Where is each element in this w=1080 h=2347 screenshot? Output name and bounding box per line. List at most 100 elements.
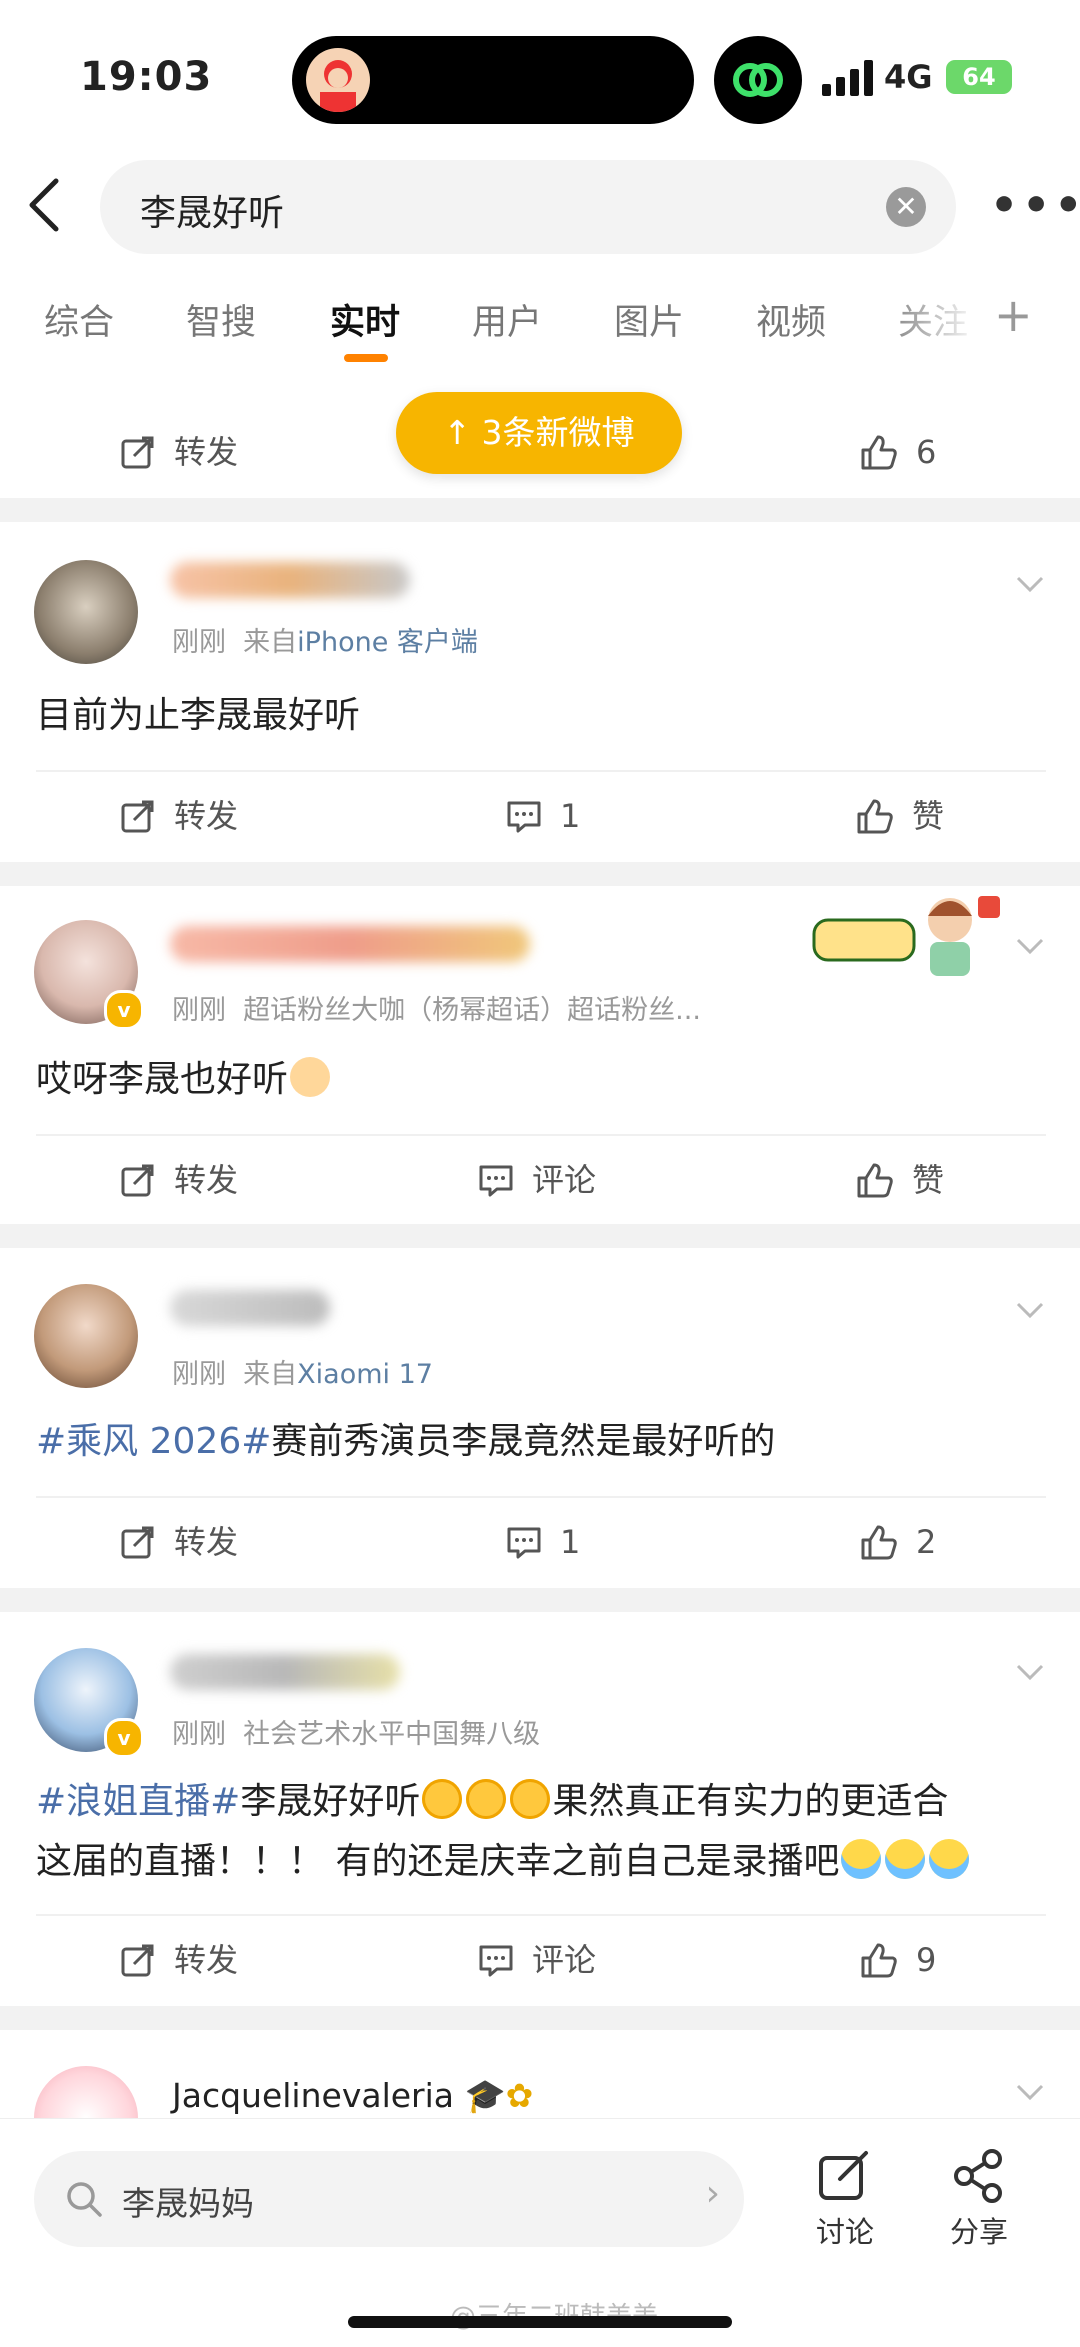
status-bar: 19:03 4G 64: [0, 0, 1080, 150]
username[interactable]: Jacquelinevaleria 🎓✿: [172, 2076, 533, 2116]
like-icon: [857, 799, 893, 834]
verified-badge-icon: v: [104, 990, 144, 1030]
card-separator: [0, 498, 1080, 522]
crying-emoji-icon: [841, 1839, 882, 1879]
crying-emoji-icon: [885, 1839, 926, 1879]
tab-users[interactable]: 用户: [472, 294, 542, 345]
repost-button[interactable]: 转发: [120, 1934, 238, 1982]
post-text: #浪姐直播#李晟好好听 果然真正有实力的更适合 这届的直播！！！ 有的还是庆幸之前…: [36, 1772, 1046, 1892]
search-query: 李晟好听: [140, 193, 285, 234]
network-type: 4G: [884, 58, 933, 96]
more-icon[interactable]: •••: [990, 180, 1080, 231]
chevron-right-icon: ›: [705, 2173, 720, 2214]
wow-emoji-icon: [466, 1779, 507, 1819]
discuss-button[interactable]: 讨论: [800, 2149, 890, 2251]
username-blurred[interactable]: [170, 562, 410, 598]
island-avatar-icon: [306, 48, 370, 112]
wow-emoji-icon: [510, 1779, 551, 1819]
chevron-down-icon[interactable]: [1012, 566, 1048, 602]
search-icon: [67, 2182, 102, 2217]
share-icon: [954, 2149, 1002, 2203]
chevron-down-icon[interactable]: [1012, 928, 1048, 964]
like-icon: [861, 1525, 897, 1560]
signal-icon: [822, 60, 873, 96]
repost-button[interactable]: 转发: [120, 1516, 238, 1564]
repost-button[interactable]: 转发: [120, 426, 238, 474]
post-actions: 转发 评论 9: [0, 1914, 1080, 2004]
comment-icon: [507, 1527, 541, 1559]
wow-emoji-icon: [422, 1779, 463, 1819]
card-separator: [0, 1588, 1080, 1612]
comment-button[interactable]: 评论: [478, 1934, 596, 1982]
like-button[interactable]: 赞: [856, 790, 944, 838]
post-meta: 刚刚 社会艺术水平中国舞八级: [172, 1719, 541, 1750]
like-button[interactable]: 赞: [856, 1154, 944, 1202]
graduate-cap-icon: 🎓: [464, 2076, 506, 2115]
repost-icon: [121, 436, 154, 469]
dynamic-island: [292, 36, 694, 124]
post-text: 哎呀李晟也好听: [36, 1050, 332, 1110]
like-button[interactable]: 9: [860, 1934, 936, 1982]
repost-icon: [121, 1944, 154, 1977]
comment-icon: [479, 1945, 513, 1977]
active-tab-indicator: [344, 354, 388, 362]
pray-emoji-icon: [290, 1057, 331, 1097]
add-tab-icon[interactable]: +: [994, 288, 1033, 342]
avatar[interactable]: [34, 1284, 138, 1388]
comment-icon: [479, 1165, 513, 1197]
like-button[interactable]: 2: [860, 1516, 936, 1564]
repost-icon: [121, 800, 154, 833]
tab-realtime[interactable]: 实时: [330, 294, 400, 345]
related-search-bar[interactable]: 李晟妈妈 ›: [34, 2151, 744, 2247]
tab-smart-search[interactable]: 智搜: [186, 294, 256, 345]
tab-videos[interactable]: 视频: [756, 294, 826, 345]
share-button[interactable]: 分享: [934, 2149, 1024, 2251]
sunflower-icon: ✿: [505, 2076, 534, 2115]
repost-button[interactable]: 转发: [120, 1154, 238, 1202]
comment-button[interactable]: 1: [506, 1516, 580, 1564]
topic-tag[interactable]: #浪姐直播#: [36, 1781, 240, 1822]
comment-button[interactable]: 评论: [478, 1154, 596, 1202]
repost-button[interactable]: 转发: [120, 790, 238, 838]
tab-comprehensive[interactable]: 综合: [44, 294, 114, 345]
repost-icon: [121, 1164, 154, 1197]
post-meta: 刚刚 来自Xiaomi 17: [172, 1359, 433, 1390]
comment-icon: [507, 801, 541, 833]
tab-images[interactable]: 图片: [614, 294, 684, 345]
post-actions: 转发 评论 赞: [0, 1134, 1080, 1224]
card-separator: [0, 1224, 1080, 1248]
link-app-icon: [714, 36, 802, 124]
edit-icon: [819, 2151, 868, 2200]
topic-tag[interactable]: #乘风 2026#: [36, 1421, 271, 1462]
post-text: 目前为止李晟最好听: [36, 695, 361, 736]
status-time: 19:03: [80, 54, 213, 100]
verified-badge-icon: v: [104, 1718, 144, 1758]
chevron-down-icon[interactable]: [1012, 1654, 1048, 1690]
crying-emoji-icon: [929, 1839, 970, 1879]
username-blurred[interactable]: [170, 1290, 330, 1326]
like-button[interactable]: 6: [860, 426, 936, 474]
username-blurred[interactable]: [170, 1654, 400, 1690]
card-separator: [0, 2006, 1080, 2030]
username-blurred[interactable]: [170, 926, 530, 962]
chevron-down-icon[interactable]: [1012, 1292, 1048, 1328]
avatar[interactable]: [34, 560, 138, 664]
comment-button[interactable]: 1: [506, 790, 580, 838]
clear-icon[interactable]: ✕: [886, 187, 926, 227]
post-actions: 转发 1 赞: [0, 770, 1080, 860]
fan-sticker-icon: [812, 896, 1000, 976]
post-actions: 转发 1 2: [0, 1496, 1080, 1586]
battery-indicator: 64: [946, 60, 1012, 94]
chevron-down-icon[interactable]: [1012, 2074, 1048, 2110]
tab-fade: [880, 280, 980, 350]
new-posts-toast[interactable]: ↑ 3条新微博: [396, 392, 682, 474]
related-search-text: 李晟妈妈: [122, 2184, 254, 2223]
post-meta: 刚刚 来自iPhone 客户端: [172, 627, 478, 658]
post-meta: 刚刚 超话粉丝大咖（杨幂超话）超话粉丝...: [172, 995, 701, 1026]
back-icon[interactable]: [20, 175, 70, 235]
repost-icon: [121, 1526, 154, 1559]
search-input[interactable]: 李晟好听 ✕: [100, 160, 956, 254]
home-indicator[interactable]: [348, 2316, 732, 2328]
like-icon: [857, 1163, 893, 1198]
search-tabs: 综合 智搜 实时 用户 图片 视频 关注 +: [0, 280, 1080, 370]
